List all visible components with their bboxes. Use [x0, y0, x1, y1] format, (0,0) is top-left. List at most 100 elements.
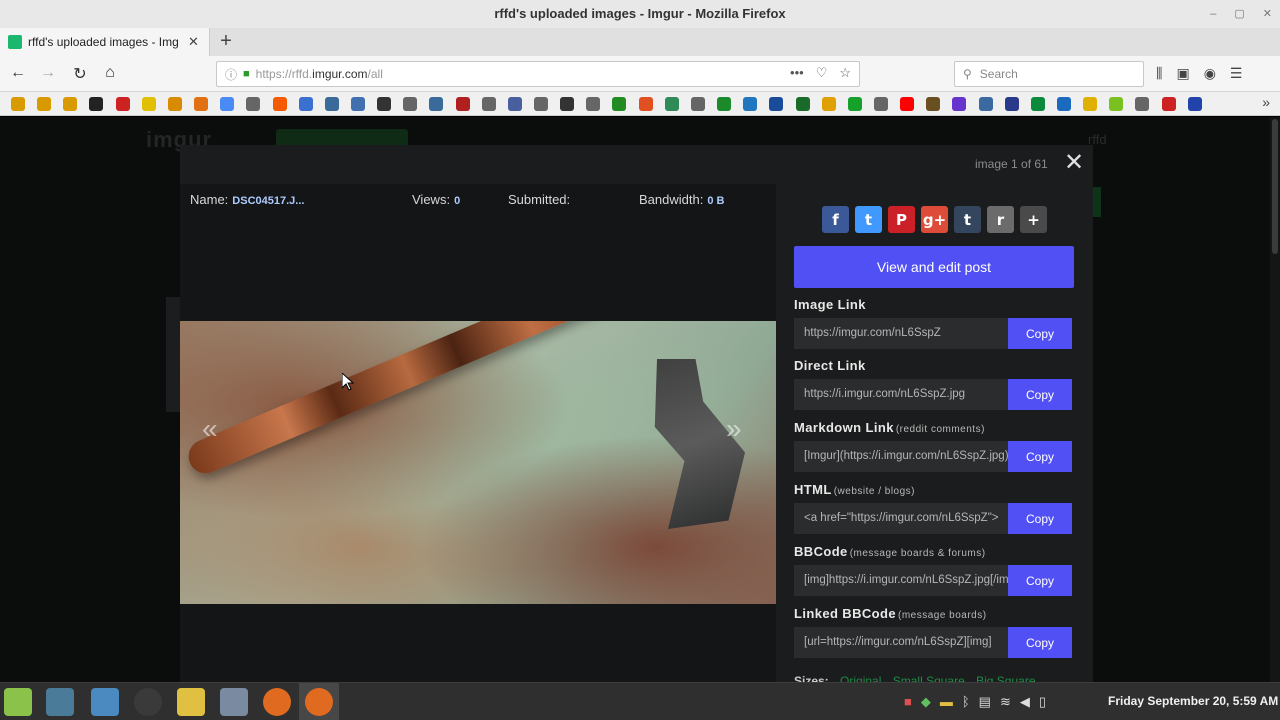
copy-button[interactable]: Copy: [1008, 565, 1072, 596]
copy-button[interactable]: Copy: [1008, 627, 1072, 658]
close-icon[interactable]: ✕: [1064, 151, 1084, 175]
wifi-icon[interactable]: ≋: [1000, 694, 1011, 710]
copy-button[interactable]: Copy: [1008, 441, 1072, 472]
bookmark-favicon-icon[interactable]: [586, 97, 601, 111]
menu-icon[interactable]: ☰: [1230, 65, 1243, 82]
page-actions-icon[interactable]: •••: [790, 65, 804, 81]
bookmark-favicon-icon[interactable]: [1161, 97, 1176, 111]
maximize-icon[interactable]: ▢: [1234, 0, 1244, 28]
terminal-icon[interactable]: [46, 688, 74, 716]
bookmark-favicon-icon[interactable]: [37, 97, 52, 111]
size-small-square-link[interactable]: Small Square: [893, 674, 965, 682]
bookmark-favicon-icon[interactable]: [246, 97, 261, 111]
link-field[interactable]: <a href="https://imgur.com/nL6SspZ">: [794, 503, 1008, 534]
bookmark-favicon-icon[interactable]: [377, 97, 392, 111]
tumblr-icon[interactable]: t: [954, 206, 981, 233]
copy-button[interactable]: Copy: [1008, 379, 1072, 410]
bookmark-favicon-icon[interactable]: [1187, 97, 1202, 111]
volume-icon[interactable]: ◀: [1020, 694, 1030, 710]
bookmark-favicon-icon[interactable]: [298, 97, 313, 111]
pinterest-icon[interactable]: P: [888, 206, 915, 233]
twitter-icon[interactable]: t: [855, 206, 882, 233]
google-plus-icon[interactable]: g+: [921, 206, 948, 233]
bookmark-favicon-icon[interactable]: [534, 97, 548, 111]
bookmark-favicon-icon[interactable]: [350, 97, 365, 111]
bookmark-favicon-icon[interactable]: [403, 97, 418, 111]
page-scrollbar[interactable]: [1270, 117, 1280, 682]
more-share-icon[interactable]: +: [1020, 206, 1047, 233]
forward-icon[interactable]: →: [38, 64, 58, 82]
files-icon[interactable]: [91, 688, 119, 716]
reload-icon[interactable]: ↻: [70, 64, 90, 84]
bookmark-favicon-icon[interactable]: [560, 97, 575, 111]
shield-icon[interactable]: ◆: [921, 694, 931, 710]
facebook-icon[interactable]: f: [822, 206, 849, 233]
sidebar-icon[interactable]: ▣: [1176, 65, 1189, 82]
bookmark-favicon-icon[interactable]: [481, 97, 496, 111]
next-image-icon[interactable]: »: [726, 413, 742, 445]
folder-tray-icon[interactable]: ▬: [940, 694, 953, 710]
bookmark-favicon-icon[interactable]: [324, 97, 339, 111]
bookmark-favicon-icon[interactable]: [952, 97, 967, 111]
bookmarks-overflow-icon[interactable]: »: [1262, 94, 1270, 110]
recorder-icon[interactable]: ■: [904, 694, 912, 710]
bookmark-favicon-icon[interactable]: [507, 97, 522, 111]
bookmark-favicon-icon[interactable]: [743, 97, 758, 111]
bookmark-favicon-icon[interactable]: [1004, 97, 1019, 111]
bookmark-favicon-icon[interactable]: [115, 97, 130, 111]
bluetooth-icon[interactable]: ᛒ: [962, 694, 970, 710]
bookmark-favicon-icon[interactable]: [795, 97, 810, 111]
bookmark-favicon-icon[interactable]: [638, 97, 653, 111]
link-field[interactable]: https://imgur.com/nL6SspZ: [794, 318, 1008, 349]
battery-icon[interactable]: ▯: [1039, 694, 1046, 710]
link-field[interactable]: [url=https://imgur.com/nL6SspZ][img]: [794, 627, 1008, 658]
bookmark-favicon-icon[interactable]: [63, 97, 78, 111]
bookmark-favicon-icon[interactable]: [1083, 97, 1098, 111]
search-input[interactable]: ⚲ Search: [954, 61, 1144, 87]
bookmark-favicon-icon[interactable]: [220, 97, 235, 111]
copy-button[interactable]: Copy: [1008, 318, 1072, 349]
bookmark-favicon-icon[interactable]: [455, 97, 470, 111]
bookmark-favicon-icon[interactable]: [978, 97, 993, 111]
bookmark-favicon-icon[interactable]: [1109, 97, 1124, 111]
bookmark-favicon-icon[interactable]: [429, 97, 444, 111]
scroll-thumb[interactable]: [1272, 119, 1278, 254]
mint-menu-icon[interactable]: [4, 688, 32, 716]
bookmark-favicon-icon[interactable]: [612, 97, 627, 111]
pocket-icon[interactable]: ♡: [816, 65, 828, 81]
update-icon[interactable]: ▤: [979, 694, 991, 710]
bookmark-favicon-icon[interactable]: [167, 97, 182, 111]
bookmark-favicon-icon[interactable]: [847, 97, 862, 111]
bookmark-favicon-icon[interactable]: [717, 97, 732, 111]
close-window-icon[interactable]: ✕: [1263, 0, 1272, 28]
url-bar[interactable]: ⓘ ■ https://rffd.imgur.com/all ••• ♡ ☆: [216, 61, 860, 87]
back-icon[interactable]: ←: [8, 64, 28, 82]
bookmark-favicon-icon[interactable]: [926, 97, 941, 111]
bookmark-favicon-icon[interactable]: [664, 97, 679, 111]
firefox-active-icon[interactable]: [305, 688, 333, 716]
new-tab-icon[interactable]: +: [216, 30, 236, 53]
axe-photo[interactable]: « »: [180, 321, 776, 604]
bookmark-favicon-icon[interactable]: [89, 97, 104, 111]
size-original-link[interactable]: Original: [840, 674, 881, 682]
copy-button[interactable]: Copy: [1008, 503, 1072, 534]
bookmark-favicon-icon[interactable]: [272, 97, 287, 111]
library-icon[interactable]: ⫼: [1156, 65, 1162, 82]
bookmark-favicon-icon[interactable]: [690, 97, 705, 111]
firefox-icon[interactable]: [263, 688, 291, 716]
view-edit-post-button[interactable]: View and edit post: [794, 246, 1074, 288]
browser-tab[interactable]: rffd's uploaded images - Imgur ✕: [0, 28, 210, 56]
bookmark-favicon-icon[interactable]: [1030, 97, 1045, 111]
notes-icon[interactable]: [177, 688, 205, 716]
bookmark-favicon-icon[interactable]: [141, 97, 156, 111]
bookmark-favicon-icon[interactable]: [11, 97, 25, 111]
link-field[interactable]: https://i.imgur.com/nL6SspZ.jpg: [794, 379, 1008, 410]
media-icon[interactable]: [134, 688, 162, 716]
bookmark-favicon-icon[interactable]: [194, 97, 209, 111]
minimize-icon[interactable]: –: [1210, 0, 1216, 28]
screenshot-icon[interactable]: [220, 688, 248, 716]
bookmark-favicon-icon[interactable]: [873, 97, 888, 111]
size-big-square-link[interactable]: Big Square: [976, 674, 1035, 682]
reddit-icon[interactable]: r: [987, 206, 1014, 233]
info-icon[interactable]: ⓘ: [225, 66, 237, 83]
